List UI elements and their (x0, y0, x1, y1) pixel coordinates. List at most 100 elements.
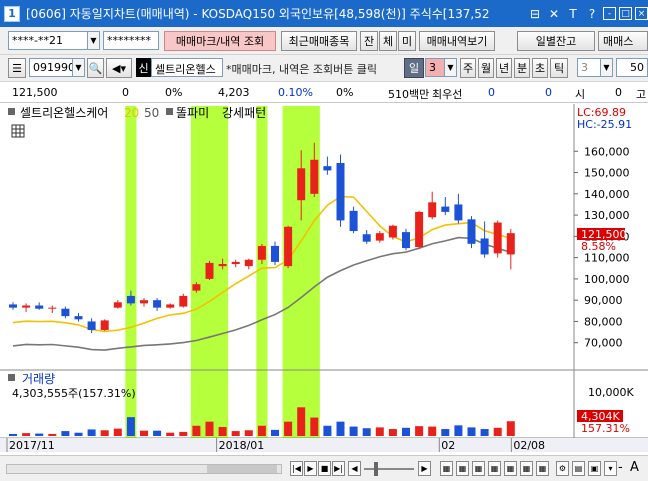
price-change-pct: 0% (165, 86, 183, 99)
zoom-tool-2-icon[interactable]: ▦ (456, 461, 469, 476)
volume-bar (48, 433, 57, 436)
tick-dropdown-icon[interactable]: ▼ (600, 58, 613, 77)
zoom-tool-3-icon[interactable]: ▦ (472, 461, 485, 476)
trade-mark-query-button[interactable]: 매매마크/내역 조회 (164, 31, 276, 51)
minimize-button[interactable]: - (603, 7, 616, 20)
stock-search-icon[interactable]: ☰ (8, 58, 26, 78)
period-value-input[interactable]: 3 (425, 58, 445, 77)
price-tick-label: 100,000 (584, 273, 630, 286)
candle-body (506, 233, 515, 255)
volume-bar (375, 427, 384, 436)
window-title: [0606] 자동일지차트(매매내역) - KOSDAQ150 외국인보유[48… (26, 7, 490, 21)
period-second-button[interactable]: 초 (532, 58, 548, 78)
candlestick-chart[interactable]: 160,000150,000140,000130,000120,000110,0… (0, 104, 648, 452)
first-page-icon[interactable]: |◀ (290, 461, 303, 476)
period-tick-button[interactable]: 틱 (550, 58, 568, 78)
password-input[interactable]: ******** (103, 31, 159, 50)
volume-bar (35, 433, 44, 436)
candle-body (74, 316, 83, 320)
pattern-highlight (256, 106, 268, 438)
close-button[interactable]: × (635, 7, 648, 20)
link-icon[interactable]: ⊟ (527, 6, 543, 22)
stop-icon[interactable]: ■ (318, 461, 331, 476)
candle-body (349, 210, 358, 232)
zoom-tool-1-icon[interactable]: ▦ (440, 461, 453, 476)
candle-body (35, 305, 44, 309)
zoom-slider[interactable] (364, 468, 414, 470)
trade-amount: 510백만 (388, 88, 430, 101)
zoom-tool-4-icon[interactable]: ▦ (488, 461, 501, 476)
legend-pattern-1: 똘파미 (176, 106, 209, 120)
period-day-button[interactable]: 일 (404, 58, 424, 78)
scrollbar-thumb[interactable] (207, 465, 277, 473)
price-tick-label: 130,000 (584, 209, 630, 222)
print-icon[interactable]: ▣ (588, 461, 601, 476)
tab-che[interactable]: 체 (379, 31, 397, 51)
volume-bar (454, 425, 463, 436)
account-dropdown-icon[interactable]: ▼ (87, 31, 100, 50)
price-summary-bar: 121,500 0 0% 4,203 0.10% 0% 510백만 최우선 0 … (0, 82, 648, 103)
time-tick-label: 2018/01 (219, 439, 265, 452)
settings-icon[interactable]: ⚙ (556, 461, 569, 476)
period-minute-button[interactable]: 분 (514, 58, 530, 78)
font-icon[interactable]: T (565, 6, 581, 22)
help-icon[interactable]: ? (584, 6, 600, 22)
search-icon[interactable]: 🔍 (87, 58, 104, 78)
speaker-icon[interactable]: ◀▾ (106, 58, 132, 78)
candle-body (218, 264, 227, 267)
zoom-tool-6-icon[interactable]: ▦ (520, 461, 533, 476)
period-dropdown-icon[interactable]: ▼ (444, 58, 457, 77)
trade-history-button[interactable]: 매매내역보기 (419, 31, 495, 51)
volume-bar (480, 429, 489, 436)
recent-trades-button[interactable]: 최근매매종목 (281, 31, 357, 51)
stock-name-field: 셀트리온헬스 (151, 58, 223, 77)
zoom-slider-handle[interactable] (374, 462, 378, 476)
volume-bar (61, 431, 70, 436)
slider-right-icon[interactable]: ▶ (418, 461, 431, 476)
play-icon[interactable]: ▶ (304, 461, 317, 476)
time-tick-label: 02/08 (513, 439, 545, 452)
stock-code-input[interactable]: 091990 (29, 58, 73, 77)
volume-bar (402, 427, 410, 436)
zoom-tool-5-icon[interactable]: ▦ (504, 461, 517, 476)
tick-value-input[interactable]: 3 (577, 58, 601, 77)
volume-bar (74, 432, 83, 436)
font-increase-icon[interactable]: A (630, 460, 639, 475)
last-page-icon[interactable]: ▶| (332, 461, 345, 476)
chart-navigation-bar: |◀ ▶ ■ ▶| ◀ ▶ ▦ ▦ ▦ ▦ ▦ ▦ ▦ ⚙ ▤ ▣ ▾ - A (0, 455, 648, 481)
period-year-button[interactable]: 년 (496, 58, 512, 78)
grid-toggle-icon[interactable] (11, 124, 25, 138)
candle-body (336, 162, 345, 221)
daily-balance-button[interactable]: 일별잔고 (517, 31, 595, 51)
zoom-tool-7-icon[interactable]: ▦ (536, 461, 549, 476)
candle-body (375, 233, 384, 241)
close-link-icon[interactable]: ✕ (546, 6, 562, 22)
period-week-button[interactable]: 주 (460, 58, 476, 78)
layout-icon[interactable]: ▤ (572, 461, 585, 476)
candle-body (271, 245, 279, 262)
screen-number-icon: 1 (4, 5, 20, 22)
candle-body (192, 284, 201, 291)
price-tick-label: 140,000 (584, 188, 630, 201)
trade-right-button[interactable]: 매매스 (598, 31, 648, 51)
chart-scrollbar[interactable] (6, 464, 282, 474)
volume-bar (257, 425, 266, 436)
maximize-button[interactable]: □ (619, 7, 632, 20)
candle-body (297, 168, 306, 201)
stock-code-dropdown-icon[interactable]: ▼ (72, 58, 85, 77)
open-value: 0 (615, 86, 622, 99)
period-month-button[interactable]: 월 (478, 58, 494, 78)
slider-left-icon[interactable]: ◀ (348, 461, 361, 476)
credit-badge: 신 (136, 58, 151, 77)
volume-bar (323, 425, 332, 436)
shrink-icon[interactable]: ▾ (604, 461, 617, 476)
account-select[interactable]: ****-**21 (8, 31, 88, 50)
tab-mi[interactable]: 미 (398, 31, 416, 51)
count-input[interactable]: 50 (616, 58, 648, 77)
candle-body (22, 305, 31, 308)
tab-jan[interactable]: 잔 (360, 31, 378, 51)
chart-area[interactable]: 160,000150,000140,000130,000120,000110,0… (0, 104, 648, 452)
font-decrease-icon[interactable]: - (618, 460, 623, 475)
volume-ratio: 0.10% (278, 86, 313, 99)
legend-square-icon (8, 108, 15, 115)
